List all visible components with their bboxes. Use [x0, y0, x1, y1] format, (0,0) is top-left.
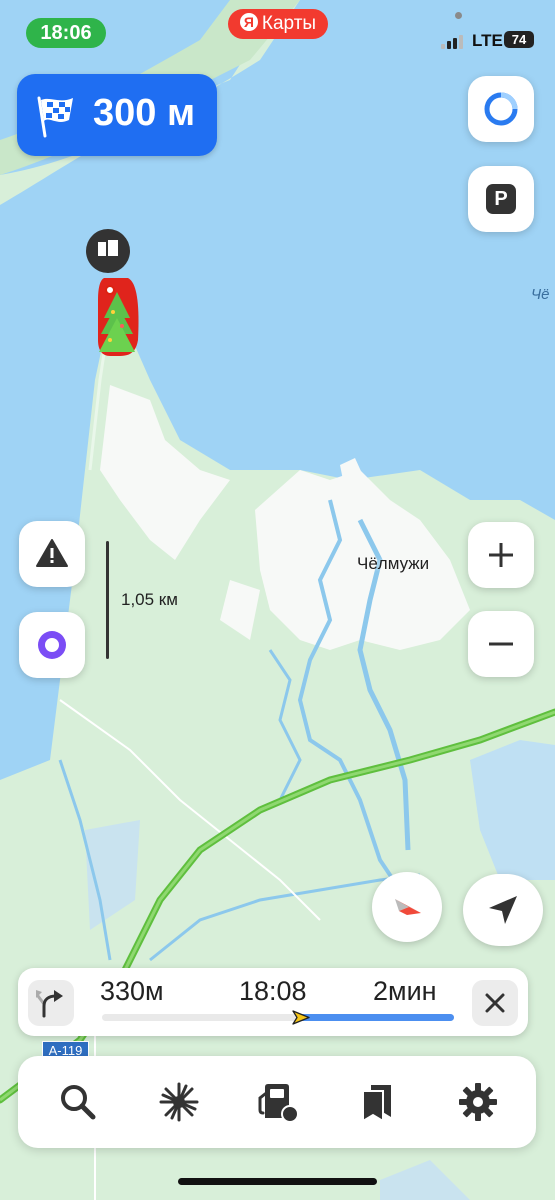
- search-button[interactable]: [50, 1074, 106, 1130]
- checkered-flag-icon: [37, 96, 73, 138]
- zoom-out-button[interactable]: [468, 611, 534, 677]
- yandex-logo-icon: Я: [239, 13, 258, 31]
- navigation-arrow-icon: [489, 896, 517, 924]
- my-location-button[interactable]: [463, 874, 543, 946]
- app-badge[interactable]: Я Карты: [228, 9, 328, 39]
- close-icon: [485, 993, 505, 1013]
- privacy-dot-icon: [455, 12, 462, 19]
- edge-place-label: Чё: [531, 286, 550, 303]
- bookmarks-button[interactable]: [349, 1074, 405, 1130]
- alice-voice-button[interactable]: [19, 612, 85, 678]
- app-badge-label: Карты: [261, 13, 317, 34]
- status-time: 18:06: [26, 18, 106, 48]
- compass-icon: [395, 899, 421, 915]
- report-event-button[interactable]: [19, 521, 85, 587]
- maneuver-distance: 300 м: [93, 92, 196, 134]
- minus-icon: [489, 642, 513, 646]
- position-arrow-icon: [292, 1010, 310, 1025]
- starburst-icon: [159, 1082, 199, 1122]
- gear-icon: [459, 1083, 497, 1121]
- settings-button[interactable]: [450, 1074, 506, 1130]
- close-route-button[interactable]: [472, 980, 518, 1026]
- parking-icon: P: [486, 184, 516, 214]
- arrival-time: 18:08: [239, 976, 307, 1006]
- scale-label: 1,05 км: [121, 590, 178, 609]
- maneuver-card[interactable]: 300 м: [17, 74, 217, 156]
- route-progress-bar: [102, 1010, 454, 1025]
- status-bar: 18:06 Я Карты LTE 74: [0, 0, 555, 64]
- home-indicator[interactable]: [178, 1178, 377, 1185]
- next-distance: 330м: [100, 976, 164, 1006]
- bottom-toolbar: [18, 1056, 536, 1148]
- bookmarks-icon: [362, 1085, 391, 1123]
- place-label: Чёлмужи: [357, 554, 430, 573]
- route-panel[interactable]: 330м 18:08 2мин: [18, 968, 528, 1036]
- route-progress-fill: [299, 1014, 454, 1021]
- turn-right-icon: [36, 990, 63, 1018]
- fuel-icon: [258, 1084, 299, 1123]
- battery-icon: 74: [504, 31, 534, 48]
- zoom-in-button[interactable]: [468, 522, 534, 588]
- scale-bar: [106, 541, 109, 659]
- overview-button[interactable]: [151, 1074, 207, 1130]
- plus-icon: [489, 543, 513, 567]
- trip-duration: 2мин: [373, 976, 437, 1006]
- warning-triangle-icon: [36, 539, 68, 567]
- parking-button[interactable]: P: [468, 166, 534, 232]
- turn-button[interactable]: [28, 980, 74, 1026]
- alice-voice-icon: [38, 631, 66, 659]
- alice-button-top[interactable]: [468, 76, 534, 142]
- network-type: LTE: [472, 31, 503, 50]
- alice-icon: [484, 92, 518, 126]
- gas-stations-button[interactable]: [250, 1074, 306, 1130]
- cellular-signal-icon: [441, 33, 467, 49]
- compass-button[interactable]: [372, 872, 442, 942]
- search-icon: [61, 1085, 96, 1120]
